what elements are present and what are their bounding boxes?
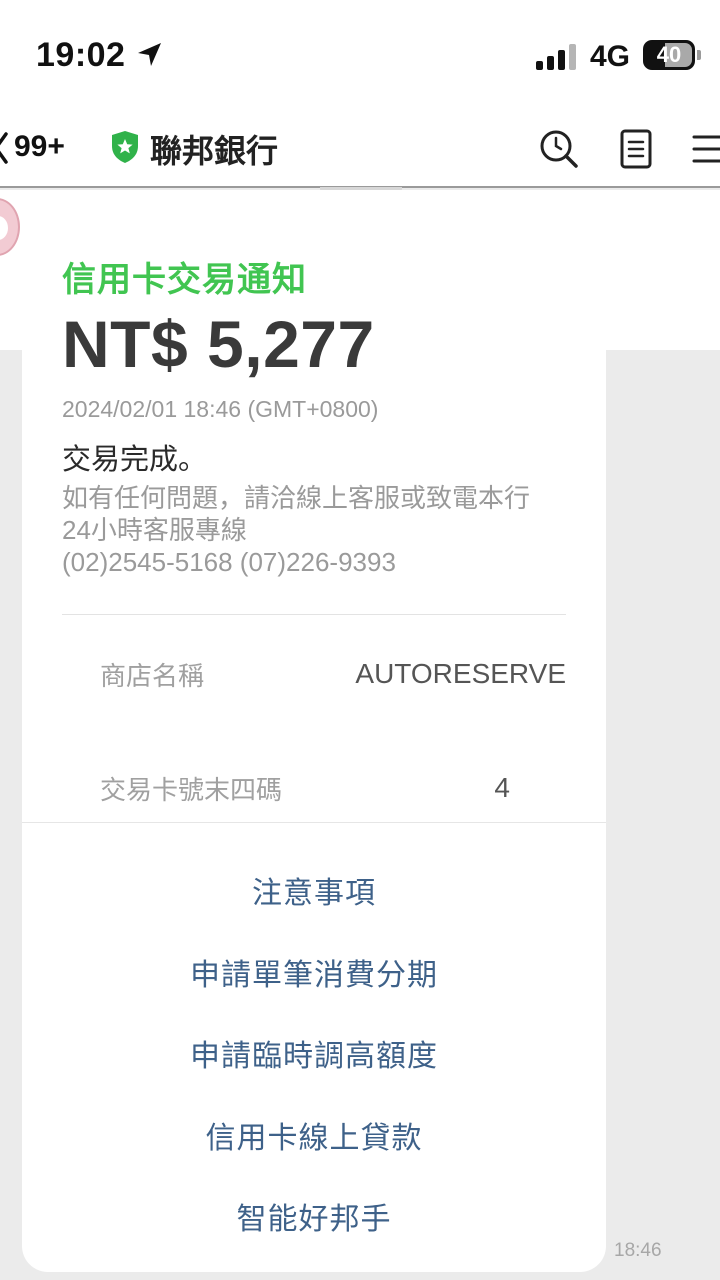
transaction-status: 交易完成。 [62, 444, 208, 476]
notes-button[interactable] [616, 128, 658, 170]
card-title: 信用卡交易通知 [62, 261, 307, 299]
merchant-name-value: AUTORESERVE [355, 658, 566, 689]
help-line: (02)2545-5168 (07)226-9393 [62, 547, 396, 577]
action-notice-button[interactable]: 注意事項 [22, 868, 606, 912]
network-type: 4G [590, 40, 631, 73]
verified-shield-icon [112, 131, 138, 163]
chat-header: 99+ 聯邦銀行 [0, 110, 720, 188]
action-card-loan-button[interactable]: 信用卡線上貸款 [22, 1113, 606, 1157]
search-button[interactable] [538, 128, 580, 170]
help-line: 如有任何問題，請洽線上客服或致電本行 [62, 483, 531, 513]
action-smart-helper-button[interactable]: 智能好邦手 [22, 1194, 606, 1238]
message-sent-time: 18:46 [614, 1240, 662, 1261]
menu-icon [692, 135, 720, 163]
action-installment-button[interactable]: 申請單筆消費分期 [22, 950, 606, 994]
battery-level: 40 [656, 42, 682, 67]
divider [62, 614, 566, 615]
location-arrow-icon [138, 43, 161, 66]
cellular-signal-icon [536, 44, 578, 70]
card-last-four-label: 交易卡號末四碼 [100, 775, 283, 805]
back-chevron-icon[interactable] [0, 132, 8, 164]
merchant-name-label: 商店名稱 [100, 661, 205, 691]
footer-divider [22, 822, 606, 823]
card-last-four-value: 4 [494, 772, 510, 803]
transaction-timestamp: 2024/02/01 18:46 (GMT+0800) [62, 396, 379, 422]
help-text: 如有任何問題，請洽線上客服或致電本行 24小時客服專線 (02)2545-516… [62, 482, 582, 578]
chat-title[interactable]: 聯邦銀行 [150, 126, 278, 172]
unread-count[interactable]: 99+ [14, 130, 65, 164]
battery-icon: 40 [643, 40, 701, 70]
chat-screen: 19:02 4G 40 99+ 聯邦銀行 信用卡交易通知 NT$ 5,277 2… [0, 0, 720, 1280]
notes-icon [620, 129, 652, 169]
search-icon [540, 130, 578, 168]
help-line: 24小時客服專線 [62, 515, 247, 545]
status-bar: 19:02 4G 40 [0, 0, 720, 110]
menu-button[interactable] [690, 128, 720, 170]
transaction-amount: NT$ 5,277 [62, 307, 375, 381]
action-credit-limit-button[interactable]: 申請臨時調高額度 [22, 1031, 606, 1075]
status-time: 19:02 [36, 36, 126, 74]
message-card: 信用卡交易通知 NT$ 5,277 2024/02/01 18:46 (GMT+… [22, 200, 606, 1272]
